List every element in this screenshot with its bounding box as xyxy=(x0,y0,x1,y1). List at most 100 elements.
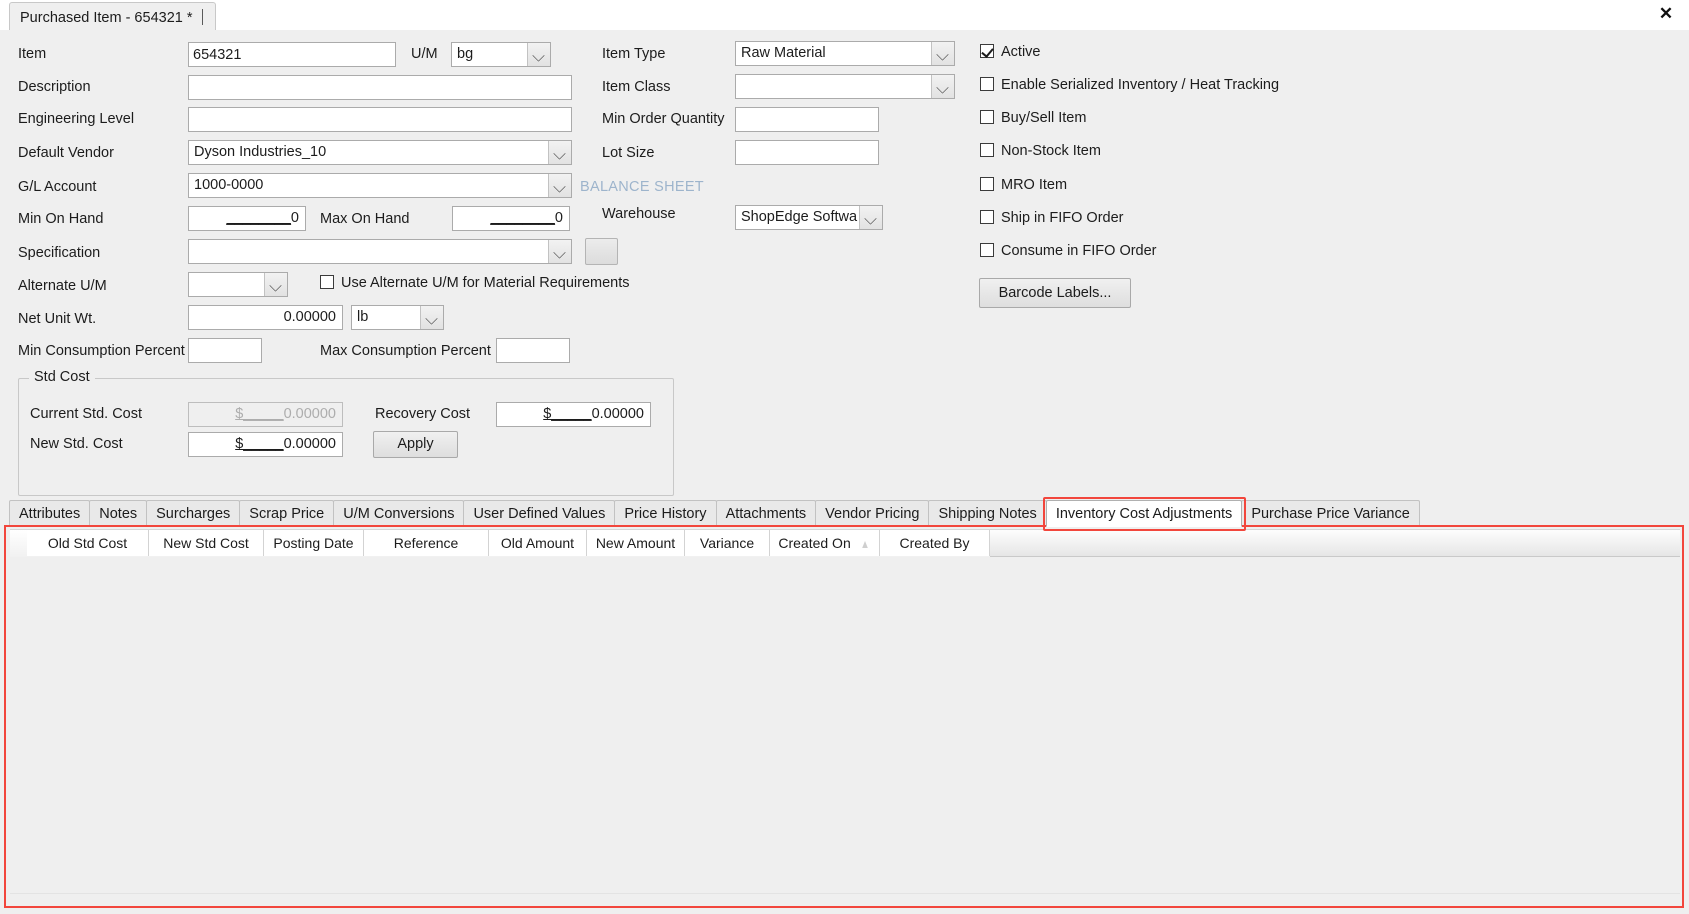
label-um: U/M xyxy=(411,46,438,62)
checkbox-mro-item[interactable]: MRO Item xyxy=(980,177,1067,197)
tab-attachments[interactable]: Attachments xyxy=(715,500,817,527)
current-std-cost-mask: $_____ xyxy=(235,406,284,422)
net-unit-wt-input[interactable]: 0.00000 xyxy=(188,305,343,330)
min-consumption-percent-input[interactable] xyxy=(188,338,262,363)
tab-price-history[interactable]: Price History xyxy=(614,500,717,527)
tab-shipping-notes[interactable]: Shipping Notes xyxy=(928,500,1047,527)
barcode-labels-button[interactable]: Barcode Labels... xyxy=(979,278,1131,308)
specification-browse-button[interactable] xyxy=(585,238,618,265)
apply-button[interactable]: Apply xyxy=(373,431,458,458)
checkbox-consume-fifo[interactable]: Consume in FIFO Order xyxy=(980,243,1157,263)
um-combo[interactable]: bg xyxy=(451,42,551,67)
alternate-um-value xyxy=(194,273,263,296)
label-current-std-cost: Current Std. Cost xyxy=(30,406,143,422)
chevron-down-icon[interactable] xyxy=(931,42,954,65)
chevron-down-icon[interactable] xyxy=(931,75,954,98)
use-alternate-um-checkbox[interactable]: Use Alternate U/M for Material Requireme… xyxy=(320,275,630,295)
new-std-cost-input[interactable]: $_____0.00000 xyxy=(188,432,343,457)
tab-label: Surcharges xyxy=(156,506,231,522)
chevron-down-icon[interactable] xyxy=(548,141,571,164)
checkbox-consume-fifo-label: Consume in FIFO Order xyxy=(1001,243,1157,259)
grid-column-header-new-std-cost[interactable]: New Std Cost xyxy=(149,530,264,556)
checkbox-ship-fifo[interactable]: Ship in FIFO Order xyxy=(980,210,1123,230)
grid-column-header-variance[interactable]: Variance xyxy=(685,530,770,556)
max-on-hand-input[interactable]: ________0 xyxy=(452,206,570,231)
tab-inventory-cost-adjustments[interactable]: Inventory Cost Adjustments xyxy=(1045,500,1243,527)
min-order-quantity-input[interactable] xyxy=(735,107,879,132)
tab-notes[interactable]: Notes xyxy=(89,500,148,527)
specification-value xyxy=(194,240,547,263)
net-unit-wt-um-combo[interactable]: lb xyxy=(351,305,444,330)
max-consumption-percent-input[interactable] xyxy=(496,338,570,363)
tab-label: Attachments xyxy=(725,506,807,522)
tab-u-m-conversions[interactable]: U/M Conversions xyxy=(333,500,465,527)
checkbox-active[interactable]: Active xyxy=(980,44,1041,64)
label-max-consumption-percent: Max Consumption Percent xyxy=(320,343,491,359)
label-lot-size: Lot Size xyxy=(602,145,655,161)
item-class-combo[interactable] xyxy=(735,74,955,99)
checkbox-buy-sell-item[interactable]: Buy/Sell Item xyxy=(980,110,1086,130)
chevron-down-icon[interactable] xyxy=(527,43,550,66)
lot-size-input[interactable] xyxy=(735,140,879,165)
label-max-on-hand: Max On Hand xyxy=(320,211,410,227)
warehouse-combo[interactable]: ShopEdge Software xyxy=(735,205,883,230)
checkbox-ship-fifo-label: Ship in FIFO Order xyxy=(1001,210,1124,226)
engineering-level-input[interactable] xyxy=(188,107,572,132)
item-type-combo[interactable]: Raw Material xyxy=(735,41,955,66)
current-std-cost-value: 0.00000 xyxy=(283,406,336,422)
item-class-value xyxy=(741,75,930,98)
grid-column-header-label: Old Std Cost xyxy=(47,535,128,551)
grid-column-header-label: Created By xyxy=(899,535,970,551)
description-input[interactable] xyxy=(188,75,572,100)
specification-combo[interactable] xyxy=(188,239,572,264)
label-min-on-hand: Min On Hand xyxy=(18,211,104,227)
tab-surcharges[interactable]: Surcharges xyxy=(146,500,241,527)
grid-column-header-old-std-cost[interactable]: Old Std Cost xyxy=(27,530,149,556)
tab-label: Scrap Price xyxy=(249,506,325,522)
item-input[interactable] xyxy=(188,42,396,67)
max-on-hand-mask: ________ xyxy=(490,210,555,226)
checkbox-box-icon xyxy=(980,177,994,191)
grid-column-header-label: Variance xyxy=(699,535,755,551)
close-icon[interactable]: ✕ xyxy=(1653,3,1679,25)
label-alternate-um: Alternate U/M xyxy=(18,278,107,294)
item-detail-form: Item Description Engineering Level Defau… xyxy=(0,30,1689,528)
default-vendor-combo[interactable]: Dyson Industries_10 xyxy=(188,140,572,165)
inventory-cost-adjustments-grid[interactable]: Old Std Cost New Std Cost Posting Date Refe… xyxy=(10,529,1680,900)
grid-column-header-label: New Amount xyxy=(595,535,676,551)
tab-user-defined-values[interactable]: User Defined Values xyxy=(463,500,616,527)
grid-column-header-posting-date[interactable]: Posting Date xyxy=(264,530,364,556)
grid-column-header-created-by[interactable]: Created By xyxy=(880,530,990,556)
min-on-hand-input[interactable]: ________0 xyxy=(188,206,306,231)
chevron-down-icon[interactable] xyxy=(264,273,287,296)
checkbox-serialized[interactable]: Enable Serialized Inventory / Heat Track… xyxy=(980,77,1279,97)
tab-vendor-pricing[interactable]: Vendor Pricing xyxy=(815,500,930,527)
chevron-down-icon[interactable] xyxy=(859,206,882,229)
tab-purchase-price-variance[interactable]: Purchase Price Variance xyxy=(1241,500,1420,527)
grid-column-header-new-amount[interactable]: New Amount xyxy=(587,530,685,556)
use-alternate-um-label: Use Alternate U/M for Material Requireme… xyxy=(341,275,630,291)
grid-body[interactable] xyxy=(10,557,1680,900)
grid-column-header-reference[interactable]: Reference xyxy=(364,530,489,556)
gl-account-combo[interactable]: 1000-0000 xyxy=(188,173,572,198)
recovery-cost-input[interactable]: $_____0.00000 xyxy=(496,402,651,427)
tab-label: Shipping Notes xyxy=(938,506,1037,522)
tab-attributes[interactable]: Attributes xyxy=(9,500,91,527)
purchased-item-window: Purchased Item - 654321 * ✕ Item Descrip… xyxy=(0,0,1689,914)
inventory-cost-adjustments-panel: Old Std Cost New Std Cost Posting Date Refe… xyxy=(4,525,1684,908)
checkbox-non-stock-item[interactable]: Non-Stock Item xyxy=(980,143,1101,163)
label-item-type: Item Type xyxy=(602,46,666,62)
label-net-unit-wt: Net Unit Wt. xyxy=(18,311,97,327)
label-engineering-level: Engineering Level xyxy=(18,111,135,127)
tab-scrap-price[interactable]: Scrap Price xyxy=(239,500,335,527)
chevron-down-icon[interactable] xyxy=(548,240,571,263)
grid-column-header-label: Created On xyxy=(778,535,851,551)
min-on-hand-mask: ________ xyxy=(226,210,291,226)
grid-column-header-created-on[interactable]: Created On ▲ xyxy=(770,530,880,556)
chevron-down-icon[interactable] xyxy=(548,174,571,197)
chevron-down-icon[interactable] xyxy=(420,306,443,329)
label-specification: Specification xyxy=(18,245,101,261)
alternate-um-combo[interactable] xyxy=(188,272,288,297)
new-std-cost-value: 0.00000 xyxy=(283,436,336,452)
grid-column-header-old-amount[interactable]: Old Amount xyxy=(489,530,587,556)
